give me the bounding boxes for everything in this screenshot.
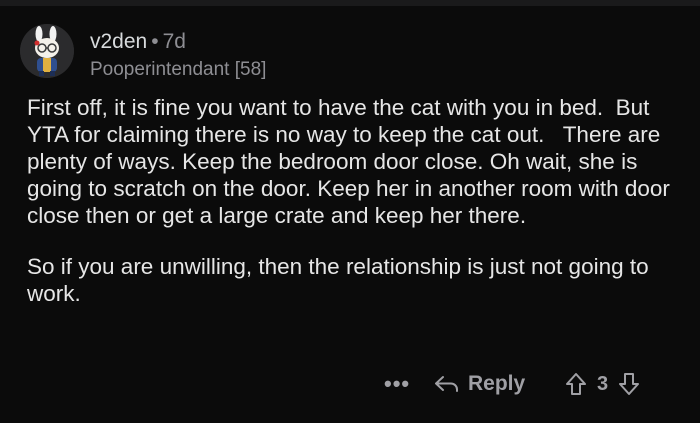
reply-arrow-icon: [435, 376, 458, 392]
vote-count: 3: [597, 372, 609, 395]
username[interactable]: v2den: [90, 30, 147, 53]
comment-body: First off, it is fine you want to have t…: [27, 94, 682, 331]
comment-paragraph: So if you are unwilling, then the relati…: [27, 254, 655, 306]
meta-separator: •: [151, 30, 159, 53]
user-flair: Pooperintendant [58]: [90, 59, 267, 80]
reply-label: Reply: [468, 372, 526, 395]
upvote-arrow-icon[interactable]: [565, 372, 587, 396]
comment-actions: ••• Reply 3: [380, 368, 680, 400]
top-divider: [0, 0, 700, 6]
user-avatar[interactable]: [20, 24, 74, 78]
more-options-button[interactable]: •••: [384, 368, 410, 400]
avatar-bunny-icon: [20, 24, 74, 78]
reply-button[interactable]: Reply: [434, 368, 525, 400]
comment-meta: v2den • 7d: [90, 30, 186, 54]
vote-controls: 3: [565, 368, 640, 400]
comment-card: v2den • 7d Pooperintendant [58] First off,…: [0, 0, 700, 423]
comment-age: 7d: [162, 30, 186, 53]
downvote-arrow-icon[interactable]: [618, 372, 640, 396]
comment-paragraph: First off, it is fine you want to have t…: [27, 95, 677, 228]
